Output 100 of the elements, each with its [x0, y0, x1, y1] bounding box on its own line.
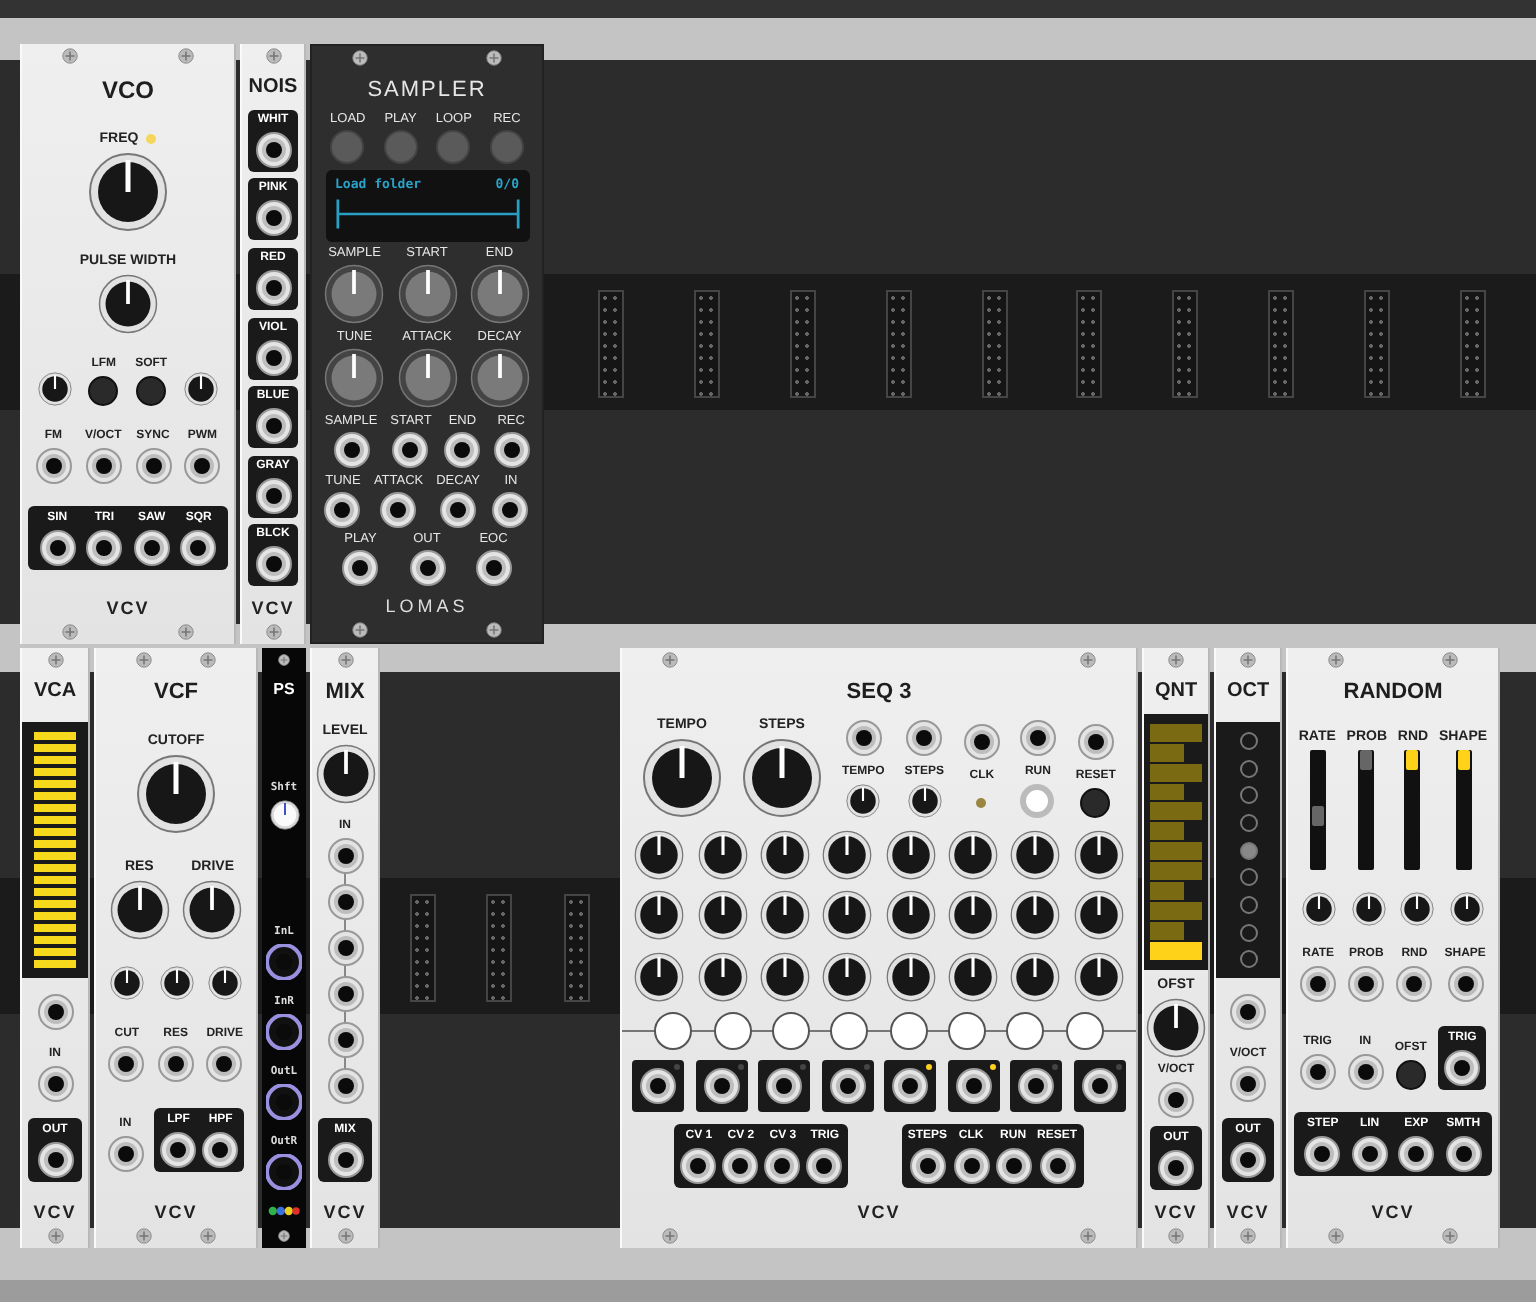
output-jack[interactable] — [884, 1060, 937, 1113]
jack[interactable] — [845, 720, 882, 757]
jack[interactable] — [255, 546, 291, 583]
knob[interactable] — [183, 371, 218, 406]
jack[interactable] — [380, 491, 417, 527]
jack[interactable] — [180, 530, 217, 567]
output-jack[interactable] — [1010, 1060, 1063, 1113]
slider-handle[interactable] — [1457, 750, 1470, 771]
jack[interactable] — [764, 1147, 801, 1184]
jack[interactable] — [906, 720, 943, 757]
output-jack[interactable] — [947, 1060, 1000, 1113]
knob[interactable] — [634, 829, 685, 880]
knob[interactable] — [947, 951, 998, 1001]
knob[interactable] — [182, 880, 243, 941]
jack[interactable] — [1158, 1082, 1194, 1119]
jack[interactable] — [1019, 720, 1056, 757]
gate-button[interactable] — [889, 1011, 928, 1050]
output-jack[interactable] — [821, 1060, 874, 1113]
jack[interactable] — [85, 447, 122, 484]
knob[interactable] — [846, 784, 881, 819]
knob[interactable] — [1073, 951, 1124, 1001]
jack[interactable] — [444, 431, 481, 468]
jack[interactable] — [806, 1147, 843, 1184]
jack[interactable] — [255, 408, 291, 445]
jack[interactable] — [327, 975, 363, 1011]
knob[interactable] — [697, 890, 748, 941]
knob[interactable] — [759, 890, 810, 941]
knob[interactable] — [885, 890, 936, 941]
jack[interactable] — [1351, 1135, 1388, 1172]
jack[interactable] — [37, 1141, 73, 1178]
octave-light[interactable] — [1239, 731, 1257, 750]
octave-light[interactable] — [1239, 813, 1257, 832]
jack[interactable] — [1077, 724, 1114, 761]
knob[interactable] — [136, 754, 216, 835]
octave-light[interactable] — [1239, 950, 1257, 969]
push-button[interactable] — [1395, 1059, 1426, 1090]
slider-handle[interactable] — [1360, 750, 1373, 771]
knob[interactable] — [822, 951, 873, 1001]
knob[interactable] — [469, 264, 530, 325]
jack[interactable] — [493, 431, 530, 468]
jack[interactable] — [157, 1045, 194, 1082]
jack[interactable] — [324, 491, 361, 527]
knob[interactable] — [97, 274, 158, 335]
knob[interactable] — [109, 880, 170, 941]
toggle-button[interactable] — [1020, 784, 1055, 819]
jack[interactable] — [1230, 1065, 1266, 1102]
push-button[interactable] — [136, 375, 167, 406]
jack[interactable] — [255, 269, 291, 306]
slider-handle[interactable] — [1311, 805, 1324, 826]
knob[interactable] — [697, 951, 748, 1001]
jack[interactable] — [722, 1147, 759, 1184]
jack[interactable] — [35, 447, 72, 484]
jack[interactable] — [266, 1154, 302, 1190]
keyboard-key[interactable] — [1150, 941, 1202, 960]
jack[interactable] — [1347, 1053, 1384, 1090]
gate-button[interactable] — [713, 1011, 752, 1050]
knob[interactable] — [269, 800, 299, 830]
jack[interactable] — [37, 1065, 73, 1102]
knob[interactable] — [1010, 890, 1061, 941]
jack[interactable] — [1300, 966, 1337, 1003]
jack[interactable] — [202, 1131, 239, 1168]
output-jack[interactable] — [632, 1060, 685, 1113]
octave-light[interactable] — [1239, 786, 1257, 805]
jack[interactable] — [135, 447, 171, 484]
jack[interactable] — [1348, 966, 1385, 1003]
output-jack[interactable] — [1073, 1060, 1125, 1113]
jack[interactable] — [327, 1021, 363, 1057]
knob[interactable] — [88, 151, 168, 232]
jack[interactable] — [342, 550, 379, 587]
jack[interactable] — [1230, 1141, 1266, 1178]
jack[interactable] — [206, 1045, 243, 1082]
jack[interactable] — [1447, 966, 1484, 1003]
knob[interactable] — [1073, 829, 1124, 880]
knob[interactable] — [469, 348, 530, 408]
knob[interactable] — [397, 348, 457, 408]
knob[interactable] — [822, 829, 873, 880]
knob[interactable] — [885, 951, 936, 1001]
jack[interactable] — [133, 530, 170, 567]
jack[interactable] — [255, 477, 291, 514]
octave-light[interactable] — [1239, 759, 1257, 778]
jack[interactable] — [266, 1084, 302, 1120]
jack[interactable] — [1445, 1135, 1482, 1172]
gate-button[interactable] — [830, 1011, 869, 1050]
push-button[interactable] — [1080, 788, 1111, 819]
jack[interactable] — [37, 994, 73, 1031]
knob[interactable] — [634, 890, 685, 941]
knob[interactable] — [1073, 890, 1124, 941]
octave-light[interactable] — [1239, 868, 1257, 887]
jack[interactable] — [266, 1014, 302, 1050]
jack[interactable] — [108, 1045, 145, 1082]
jack[interactable] — [255, 339, 291, 375]
knob[interactable] — [1302, 892, 1337, 927]
jack[interactable] — [107, 1135, 144, 1172]
knob[interactable] — [641, 738, 722, 819]
knob[interactable] — [1351, 892, 1386, 927]
push-button[interactable] — [88, 375, 119, 406]
knob[interactable] — [159, 966, 193, 1001]
knob[interactable] — [697, 829, 748, 880]
output-jack[interactable] — [758, 1060, 811, 1113]
jack[interactable] — [327, 1067, 363, 1103]
